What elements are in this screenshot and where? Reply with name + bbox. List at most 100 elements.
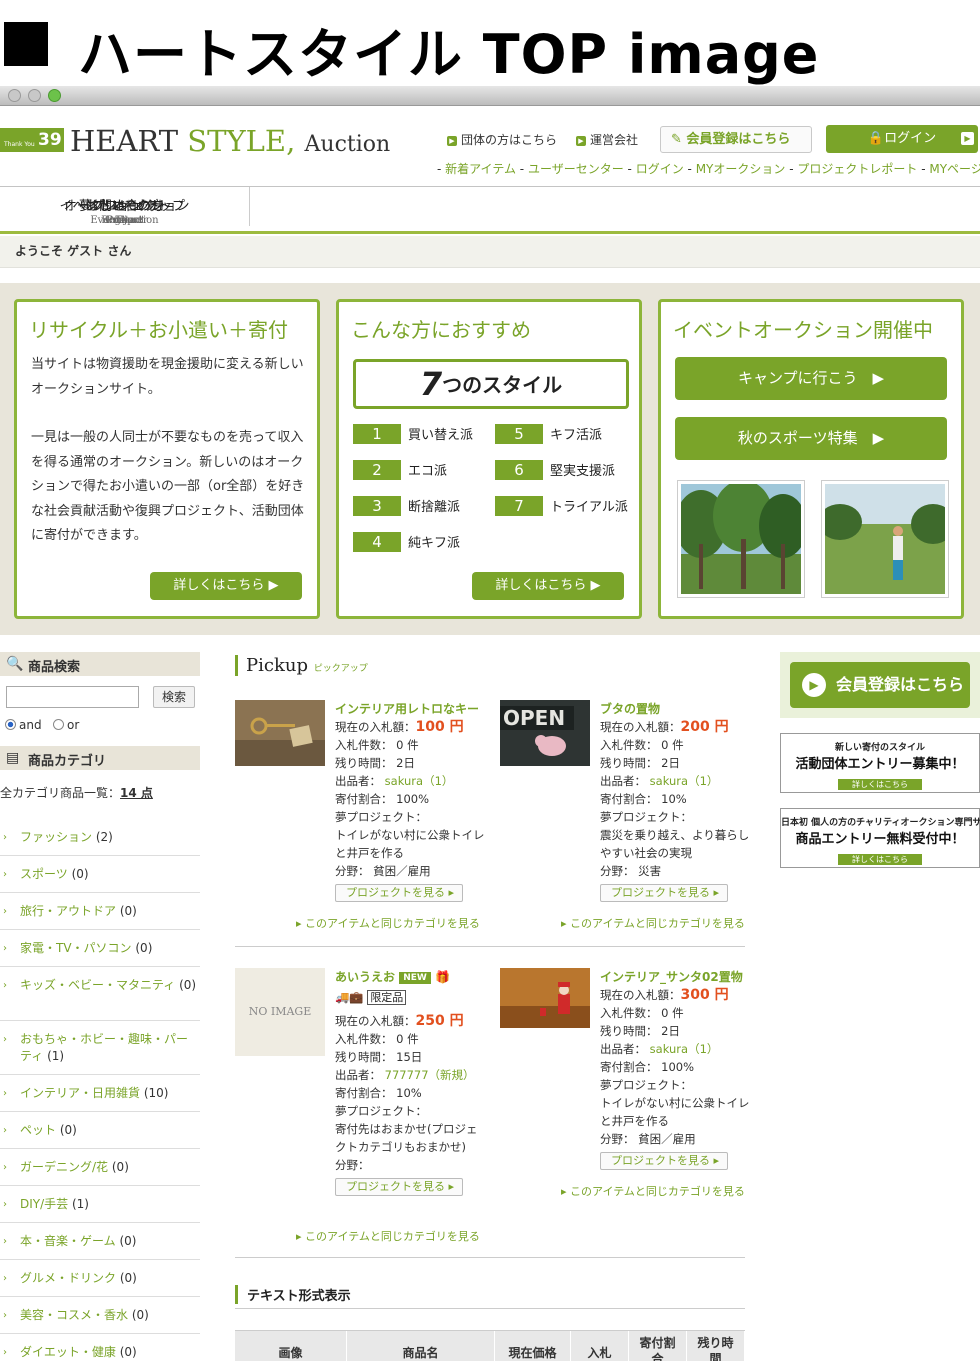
same-category-link[interactable]: ▸ このアイテムと同じカテゴリを見る <box>296 1228 480 1244</box>
project-button[interactable]: プロジェクトを見る ▸ <box>335 884 464 902</box>
search-input[interactable] <box>6 686 139 708</box>
item-entry-banner[interactable]: 日本初 個人の方のチャリティオークション専門サイト 商品エントリー無料受付中！ … <box>780 808 980 868</box>
project-label: 夢プロジェクト： <box>335 810 427 824</box>
chevron-right-icon: › <box>3 980 7 991</box>
style-label: トライアル派 <box>550 500 628 515</box>
project-field: 分野： 貧困／雇用 <box>600 1132 696 1146</box>
nav-contact-label: お問い合わせ <box>85 199 164 214</box>
style-item[interactable]: 1 買い替え派 <box>353 424 473 444</box>
item-name-link[interactable]: ブタの置物 <box>600 700 752 718</box>
event-sports-button[interactable]: 秋のスポーツ特集 ▶ <box>675 417 947 460</box>
window-close-icon[interactable] <box>8 89 21 102</box>
register-button-label: 会員登録はこちら <box>686 132 791 147</box>
search-button[interactable]: 検索 <box>153 686 195 708</box>
project-button[interactable]: プロジェクトを見る ▸ <box>335 1178 464 1196</box>
same-category-link[interactable]: ▸ このアイテムと同じカテゴリを見る <box>561 915 745 931</box>
golf-photo[interactable] <box>821 480 949 598</box>
banner-details-button[interactable]: 詳しくはこちら <box>838 854 922 865</box>
panel-concept-paragraph-2: 一見は一般の人同士が不要なものを売って収入を得る通常のオークション。新しいのはオ… <box>31 430 305 543</box>
all-categories-link[interactable]: 全カテゴリ商品一覧：14 点 <box>0 784 153 801</box>
category-count: (1) <box>47 1049 65 1063</box>
same-category-link[interactable]: ▸ このアイテムと同じカテゴリを見る <box>561 1183 745 1199</box>
browser-title-bar <box>0 86 980 106</box>
category-item[interactable]: › ファッション (2) <box>0 820 200 856</box>
register-button[interactable]: ✎ 会員登録はこちら <box>660 126 812 153</box>
chevron-right-icon: › <box>3 832 7 843</box>
concept-details-button[interactable]: 詳しくはこちら ▶ <box>150 572 302 600</box>
window-zoom-icon[interactable] <box>48 89 61 102</box>
groups-link-label: 団体の方はこちら <box>461 133 558 147</box>
subnav-my-auction[interactable]: MYオークション <box>696 162 786 176</box>
right-register-button[interactable]: ▶ 会員登録はこちら <box>790 662 970 708</box>
style-item[interactable]: 7 トライアル派 <box>495 496 628 516</box>
no-image-placeholder[interactable]: NO IMAGE <box>235 968 325 1056</box>
category-item[interactable]: › キッズ・ベビー・マタニティ (0) <box>0 968 200 1021</box>
subnav-new-items[interactable]: 新着アイテム <box>445 162 516 176</box>
nav-contact-sub: Contact <box>105 215 145 226</box>
camp-photo[interactable] <box>677 480 805 598</box>
item-info: ブタの置物 現在の入札額：200 円 入札件数： 0 件 残り時間： 2日 出品… <box>600 700 752 902</box>
project-text: 震災を乗り越え、より暮らしやすい社会の実現 <box>600 828 750 860</box>
logo-badge[interactable]: Thank You 39 <box>0 128 64 152</box>
briefcase-icon: 💼 <box>349 990 364 1004</box>
seller-link[interactable]: sakura（1） <box>650 774 719 788</box>
project-label: 夢プロジェクト： <box>600 810 692 824</box>
company-link[interactable]: ▶ 運営会社 <box>576 131 638 148</box>
logo-auction: Auction <box>304 132 391 157</box>
category-count: (0) <box>131 1308 149 1322</box>
category-item[interactable]: › 美容・コスメ・香水 (0) <box>0 1298 200 1334</box>
category-item[interactable]: › ダイエット・健康 (0) <box>0 1335 200 1361</box>
category-item[interactable]: › 旅行・アウトドア (0) <box>0 894 200 930</box>
seller-link[interactable]: sakura（1） <box>385 774 454 788</box>
group-entry-banner[interactable]: 新しい寄付のスタイル 活動団体エントリー募集中！ 詳しくはこちら <box>780 733 980 793</box>
radio-and[interactable]: and <box>5 718 42 732</box>
project-button[interactable]: プロジェクトを見る ▸ <box>600 1152 729 1170</box>
groups-link[interactable]: ▶ 団体の方はこちら <box>447 131 557 148</box>
chevron-right-icon: › <box>3 1034 7 1045</box>
seller-link[interactable]: 777777（新規） <box>385 1068 475 1082</box>
category-count: (10) <box>143 1086 169 1100</box>
project-button[interactable]: プロジェクトを見る ▸ <box>600 884 729 902</box>
login-button[interactable]: 🔒ログイン ▶ <box>826 125 978 153</box>
same-category-link[interactable]: ▸ このアイテムと同じカテゴリを見る <box>296 915 480 931</box>
category-item[interactable]: › 本・音楽・ゲーム (0) <box>0 1224 200 1260</box>
subnav-login[interactable]: ログイン <box>636 162 684 176</box>
project-field: 分野： <box>335 1158 370 1172</box>
window-minimize-icon[interactable] <box>28 89 41 102</box>
category-item[interactable]: › インテリア・日用雑貨 (10) <box>0 1076 200 1112</box>
item-name-link[interactable]: インテリア用レトロなキー <box>335 700 487 718</box>
style-item[interactable]: 3 断捨離派 <box>353 496 460 516</box>
item-thumbnail[interactable] <box>500 968 590 1028</box>
recommend-details-button[interactable]: 詳しくはこちら ▶ <box>472 572 624 600</box>
category-item[interactable]: › グルメ・ドリンク (0) <box>0 1261 200 1297</box>
item-thumbnail[interactable] <box>235 700 325 766</box>
style-item[interactable]: 6 堅実支援派 <box>495 460 615 480</box>
nav-contact[interactable]: お問い合わせ Contact <box>0 187 250 226</box>
style-item[interactable]: 2 エコ派 <box>353 460 447 480</box>
item-thumbnail[interactable]: OPEN <box>500 700 590 766</box>
item-name-link[interactable]: インテリア_サンタ02置物 <box>600 968 752 986</box>
subnav-my-page[interactable]: MYページ <box>929 162 980 176</box>
site-logo[interactable]: HEART STYLE, Auction <box>70 124 390 158</box>
category-item[interactable]: › 家電・TV・パソコン (0) <box>0 931 200 967</box>
style-item[interactable]: 5 キフ活派 <box>495 424 602 444</box>
subnav-project-report[interactable]: プロジェクトレポート <box>797 162 917 176</box>
logo-badge-number: 39 <box>38 130 62 150</box>
category-item[interactable]: › ガーデニング/花 (0) <box>0 1150 200 1186</box>
banner-details-button[interactable]: 詳しくはこちら <box>838 779 922 790</box>
category-item[interactable]: › ペット (0) <box>0 1113 200 1149</box>
category-item[interactable]: › DIY/手芸 (1) <box>0 1187 200 1223</box>
event-camp-button[interactable]: キャンプに行こう ▶ <box>675 357 947 400</box>
radio-or[interactable]: or <box>53 718 79 732</box>
category-name: ファッション <box>20 830 93 844</box>
headline-text: ハートスタイル TOP image <box>78 23 820 86</box>
category-item[interactable]: › おもちゃ・ホビー・趣味・パーティ (1) <box>0 1022 200 1075</box>
panel-concept-paragraph-1: 当サイトは物資援助を現金援助に変える新しいオークションサイト。 <box>31 357 304 397</box>
subnav-user-center[interactable]: ユーザーセンター <box>528 162 624 176</box>
item-name-link[interactable]: あいうえお <box>335 970 395 984</box>
seller-link[interactable]: sakura（1） <box>650 1042 719 1056</box>
style-item[interactable]: 4 純キフ派 <box>353 532 460 552</box>
chevron-right-icon: › <box>3 1310 7 1321</box>
sidebar: 🔍 商品検索 検索 and or ▤ 商品カテゴリ 全カテゴリ商品一覧：14 点 ›… <box>0 652 200 1361</box>
category-item[interactable]: › スポーツ (0) <box>0 857 200 893</box>
